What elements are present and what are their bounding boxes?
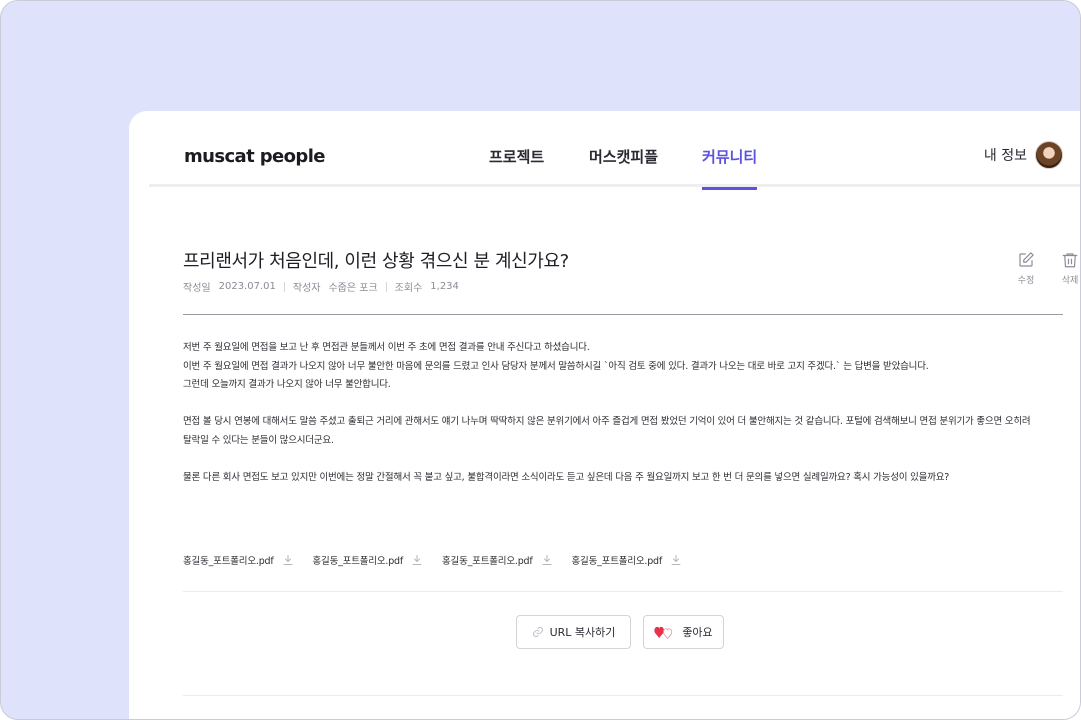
- post-page-window: muscat people 프로젝트 머스캣피플 커뮤니티 내 정보 프리랜서가…: [129, 111, 1080, 719]
- top-navigation-bar: muscat people 프로젝트 머스캣피플 커뮤니티 내 정보: [149, 111, 1080, 190]
- attachment-item[interactable]: 홍길동_포트폴리오.pdf: [442, 553, 553, 567]
- meta-separator: [385, 281, 387, 292]
- heart-icon: [654, 626, 673, 640]
- attachment-name: 홍길동_포트폴리오.pdf: [571, 556, 663, 567]
- nav-item-muscat-people[interactable]: 머스캣피플: [589, 146, 658, 187]
- download-icon[interactable]: [670, 554, 682, 566]
- post-title: 프리랜서가 처음인데, 이런 상황 겪으신 분 계신가요?: [183, 251, 569, 272]
- meta-separator: [283, 281, 285, 292]
- nav-item-community[interactable]: 커뮤니티: [702, 146, 758, 190]
- attachment-name: 홍길동_포트폴리오.pdf: [442, 556, 533, 567]
- copy-url-label: URL 복사하기: [549, 626, 616, 639]
- trash-icon: [1062, 253, 1078, 268]
- copy-url-button[interactable]: URL 복사하기: [516, 615, 631, 649]
- download-icon[interactable]: [411, 554, 423, 566]
- app-background: muscat people 프로젝트 머스캣피플 커뮤니티 내 정보 프리랜서가…: [0, 0, 1081, 720]
- attachment-name: 홍길동_포트폴리오.pdf: [312, 556, 404, 567]
- post-paragraph: 저번 주 월요일에 면접을 보고 난 후 면접관 분들께서 이번 주 초에 면접…: [183, 342, 929, 390]
- nav-item-community-label: 커뮤니티: [702, 148, 758, 166]
- link-icon: [532, 626, 543, 638]
- download-icon[interactable]: [282, 554, 294, 566]
- like-label: 좋아요: [682, 626, 713, 639]
- post-paragraph: 면접 볼 당시 연봉에 대해서도 말씀 주셨고 출퇴근 거리에 관해서도 얘기 …: [183, 416, 1031, 446]
- active-nav-indicator: [702, 187, 758, 190]
- edit-icon: [1019, 252, 1034, 267]
- title-divider: [183, 314, 1063, 315]
- attachment-list: 홍길동_포트폴리오.pdf 홍길동_포트폴리오.pdf 홍길동_포트폴리오.pd…: [183, 553, 682, 567]
- site-logo[interactable]: muscat people: [184, 146, 326, 167]
- like-button[interactable]: 좋아요: [643, 615, 724, 649]
- attachment-item[interactable]: 홍길동_포트폴리오.pdf: [313, 553, 424, 567]
- edit-label: 수정: [1017, 276, 1035, 286]
- post-body: 저번 주 월요일에 면접을 보고 난 후 면접관 분들께서 이번 주 초에 면접…: [183, 339, 1043, 506]
- download-icon[interactable]: [541, 554, 553, 566]
- post-date: 2023.07.01: [218, 281, 276, 292]
- date-label: 작성일: [183, 283, 211, 294]
- my-info-label: 내 정보: [983, 148, 1027, 164]
- attachment-item[interactable]: 홍길동_포트폴리오.pdf: [183, 553, 294, 567]
- post-paragraph: 물론 다른 회사 면접도 보고 있지만 이번에는 정말 간절해서 꼭 붙고 싶고…: [183, 471, 950, 483]
- bottom-divider: [183, 695, 1063, 696]
- post-author: 수줍은 포크: [328, 283, 378, 294]
- nav-item-projects[interactable]: 프로젝트: [489, 146, 544, 187]
- edit-button[interactable]: 수정: [1015, 251, 1037, 286]
- my-info-menu[interactable]: 내 정보: [984, 141, 1063, 169]
- delete-button[interactable]: 삭제: [1059, 251, 1080, 286]
- delete-label: 삭제: [1061, 276, 1079, 286]
- avatar[interactable]: [1035, 141, 1063, 169]
- post-meta: 작성일 2023.07.01 작성자 수줍은 포크 조회수 1,234: [183, 279, 459, 294]
- post-views: 1,234: [430, 281, 459, 292]
- attachment-item[interactable]: 홍길동_포트폴리오.pdf: [572, 553, 683, 567]
- attachments-divider: [183, 591, 1063, 592]
- views-label: 조회수: [394, 283, 423, 294]
- attachment-name: 홍길동_포트폴리오.pdf: [183, 556, 274, 567]
- author-label: 작성자: [292, 283, 321, 294]
- post-actions: 수정 삭제: [1015, 251, 1080, 286]
